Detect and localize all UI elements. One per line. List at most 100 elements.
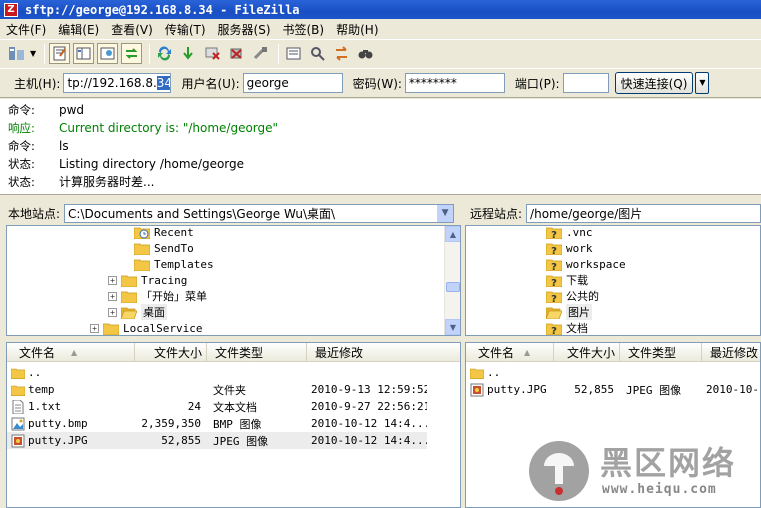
tree-item[interactable]: ? 下载 — [546, 272, 588, 288]
toggle-remote-tree-icon[interactable] — [97, 43, 119, 64]
quickconnect-history-dropdown-icon[interactable]: ▼ — [695, 72, 710, 94]
menu-file[interactable]: 文件(F) — [0, 21, 52, 38]
tree-item[interactable]: ? 公共的 — [546, 288, 599, 304]
disconnect-icon[interactable] — [226, 43, 247, 64]
menu-transfer[interactable]: 传输(T) — [159, 21, 212, 38]
column-filename[interactable]: 文件名 ▲ — [466, 343, 554, 362]
file-row[interactable]: 1.txt 24 文本文档 2010-9-27 22:56:21 — [7, 398, 427, 415]
synchronized-browsing-icon[interactable] — [331, 43, 352, 64]
tree-item[interactable]: + Tracing — [108, 272, 187, 288]
column-filetype[interactable]: 文件类型 — [207, 343, 307, 362]
tree-item[interactable]: + 「开始」菜单 — [108, 288, 207, 304]
scroll-down-icon[interactable]: ▼ — [445, 319, 460, 335]
refresh-icon[interactable] — [154, 43, 175, 64]
local-site-bar: 本地站点: C:\Documents and Settings\George W… — [0, 201, 461, 225]
compare-directories-icon[interactable] — [307, 43, 328, 64]
cancel-operation-icon[interactable] — [202, 43, 223, 64]
quickconnect-button[interactable]: 快速连接(Q) — [614, 72, 694, 94]
menu-server[interactable]: 服务器(S) — [212, 21, 277, 38]
file-row[interactable]: putty.JPG 52,855 JPEG 图像 2010-10-1 — [466, 381, 760, 398]
message-log[interactable]: 命令: pwd 响应: Current directory is: "/home… — [0, 99, 761, 195]
password-input[interactable]: ******** — [404, 73, 505, 93]
filezilla-app-icon[interactable]: Z — [4, 2, 18, 17]
svg-text:?: ? — [551, 246, 557, 255]
remote-directory-tree[interactable]: ? .vnc ? work ? workspace ? 下载 ? 公共的 图片 … — [465, 225, 761, 336]
username-label: 用户名(U): — [181, 76, 240, 91]
port-label: 端口(P): — [514, 76, 560, 91]
column-modified[interactable]: 最近修改 — [702, 343, 760, 362]
password-label: 密码(W): — [352, 76, 402, 91]
remote-site-bar: 远程站点: /home/george/图片 — [465, 201, 761, 225]
file-name: putty.bmp — [28, 417, 88, 430]
tree-item[interactable]: ? .vnc — [546, 226, 593, 240]
local-directory-tree[interactable]: Recent SendTo Templates + Tracing + 「开始」… — [6, 225, 461, 336]
menu-view[interactable]: 查看(V) — [105, 21, 159, 38]
file-size: 24 — [187, 400, 201, 413]
tree-item-selected[interactable]: + 桌面 — [108, 304, 167, 320]
file-row-selected[interactable]: putty.JPG 52,855 JPEG 图像 2010-10-12 14:4… — [7, 432, 427, 449]
directory-listing-filters-icon[interactable] — [283, 43, 304, 64]
local-path-combo[interactable]: C:\Documents and Settings\George Wu\桌面\ … — [64, 203, 455, 223]
process-queue-icon[interactable] — [178, 43, 199, 64]
tree-item-selected[interactable]: 图片 — [546, 304, 592, 320]
remote-path-combo[interactable]: /home/george/图片 — [526, 203, 761, 223]
local-file-list[interactable]: 文件名 ▲ 文件大小 文件类型 最近修改 .. temp 文件夹 2010-9-1… — [6, 342, 461, 508]
scroll-thumb[interactable] — [446, 282, 460, 292]
watermark-url: www.heiqu.com — [602, 482, 717, 497]
file-size: 52,855 — [161, 434, 201, 447]
file-name-cell: putty.bmp — [7, 417, 135, 431]
column-filename[interactable]: 文件名 ▲ — [7, 343, 135, 362]
tree-item[interactable]: ? work — [546, 240, 593, 256]
file-modified: 2010-10-12 14:4... — [311, 417, 427, 430]
search-files-icon[interactable] — [355, 43, 376, 64]
expand-icon[interactable]: + — [90, 323, 99, 333]
local-path-text: C:\Documents and Settings\George Wu\桌面\ — [68, 206, 336, 221]
column-label: 文件名 — [478, 346, 515, 360]
column-modified[interactable]: 最近修改 — [307, 343, 460, 362]
toggle-local-tree-icon[interactable] — [73, 43, 95, 64]
toggle-queue-icon[interactable] — [121, 43, 143, 64]
local-tree-scrollbar[interactable]: ▲ ▼ — [444, 226, 460, 335]
port-input[interactable] — [562, 73, 609, 93]
text-file-icon — [12, 399, 24, 414]
unknown-folder-icon: ? — [546, 259, 562, 271]
title-bar[interactable]: Z sftp://george@192.168.8.34 - FileZilla — [0, 0, 761, 19]
file-row[interactable]: .. — [466, 364, 760, 381]
expand-icon[interactable]: + — [108, 275, 117, 285]
chevron-down-icon[interactable]: ▼ — [436, 204, 454, 222]
tree-item-label: 「开始」菜单 — [141, 290, 207, 303]
scroll-up-icon[interactable]: ▲ — [445, 226, 460, 242]
file-name-cell: putty.JPG — [466, 383, 554, 397]
menu-bookmarks[interactable]: 书签(B) — [277, 21, 331, 38]
file-row[interactable]: temp 文件夹 2010-9-13 12:59:52 — [7, 381, 427, 398]
tree-item[interactable]: SendTo — [121, 240, 194, 256]
menu-edit[interactable]: 编辑(E) — [52, 21, 105, 38]
reconnect-icon[interactable] — [250, 43, 271, 64]
tree-item[interactable]: ? 文档 — [546, 320, 588, 335]
local-site-label: 本地站点: — [8, 206, 61, 221]
tree-item[interactable]: Templates — [121, 256, 214, 272]
tree-item[interactable]: ? workspace — [546, 256, 626, 272]
host-value: tp://192.168.8. — [67, 76, 157, 90]
file-row[interactable]: .. — [7, 364, 427, 381]
site-manager-icon[interactable] — [6, 43, 27, 64]
host-input[interactable]: tp://192.168.8.34 — [63, 73, 172, 93]
svg-text:?: ? — [551, 230, 557, 239]
toggle-log-icon[interactable] — [49, 43, 71, 64]
file-type: 文本文档 — [213, 400, 257, 414]
tree-item[interactable]: Recent — [121, 226, 194, 240]
column-filesize[interactable]: 文件大小 — [554, 343, 620, 362]
column-filetype[interactable]: 文件类型 — [620, 343, 702, 362]
expand-icon[interactable]: + — [108, 291, 117, 301]
file-row[interactable]: putty.bmp 2,359,350 BMP 图像 2010-10-12 14… — [7, 415, 427, 432]
menu-help[interactable]: 帮助(H) — [330, 21, 384, 38]
tree-item[interactable]: + LocalService — [90, 320, 202, 335]
recent-folder-icon — [134, 227, 150, 239]
site-manager-dropdown-icon[interactable]: ▼ — [30, 49, 36, 58]
column-filesize[interactable]: 文件大小 — [135, 343, 207, 362]
username-input[interactable]: george — [242, 73, 343, 93]
log-type: 响应: — [8, 120, 35, 135]
folder-icon — [134, 243, 150, 255]
expand-icon[interactable]: + — [108, 307, 117, 317]
file-name: .. — [487, 366, 501, 379]
